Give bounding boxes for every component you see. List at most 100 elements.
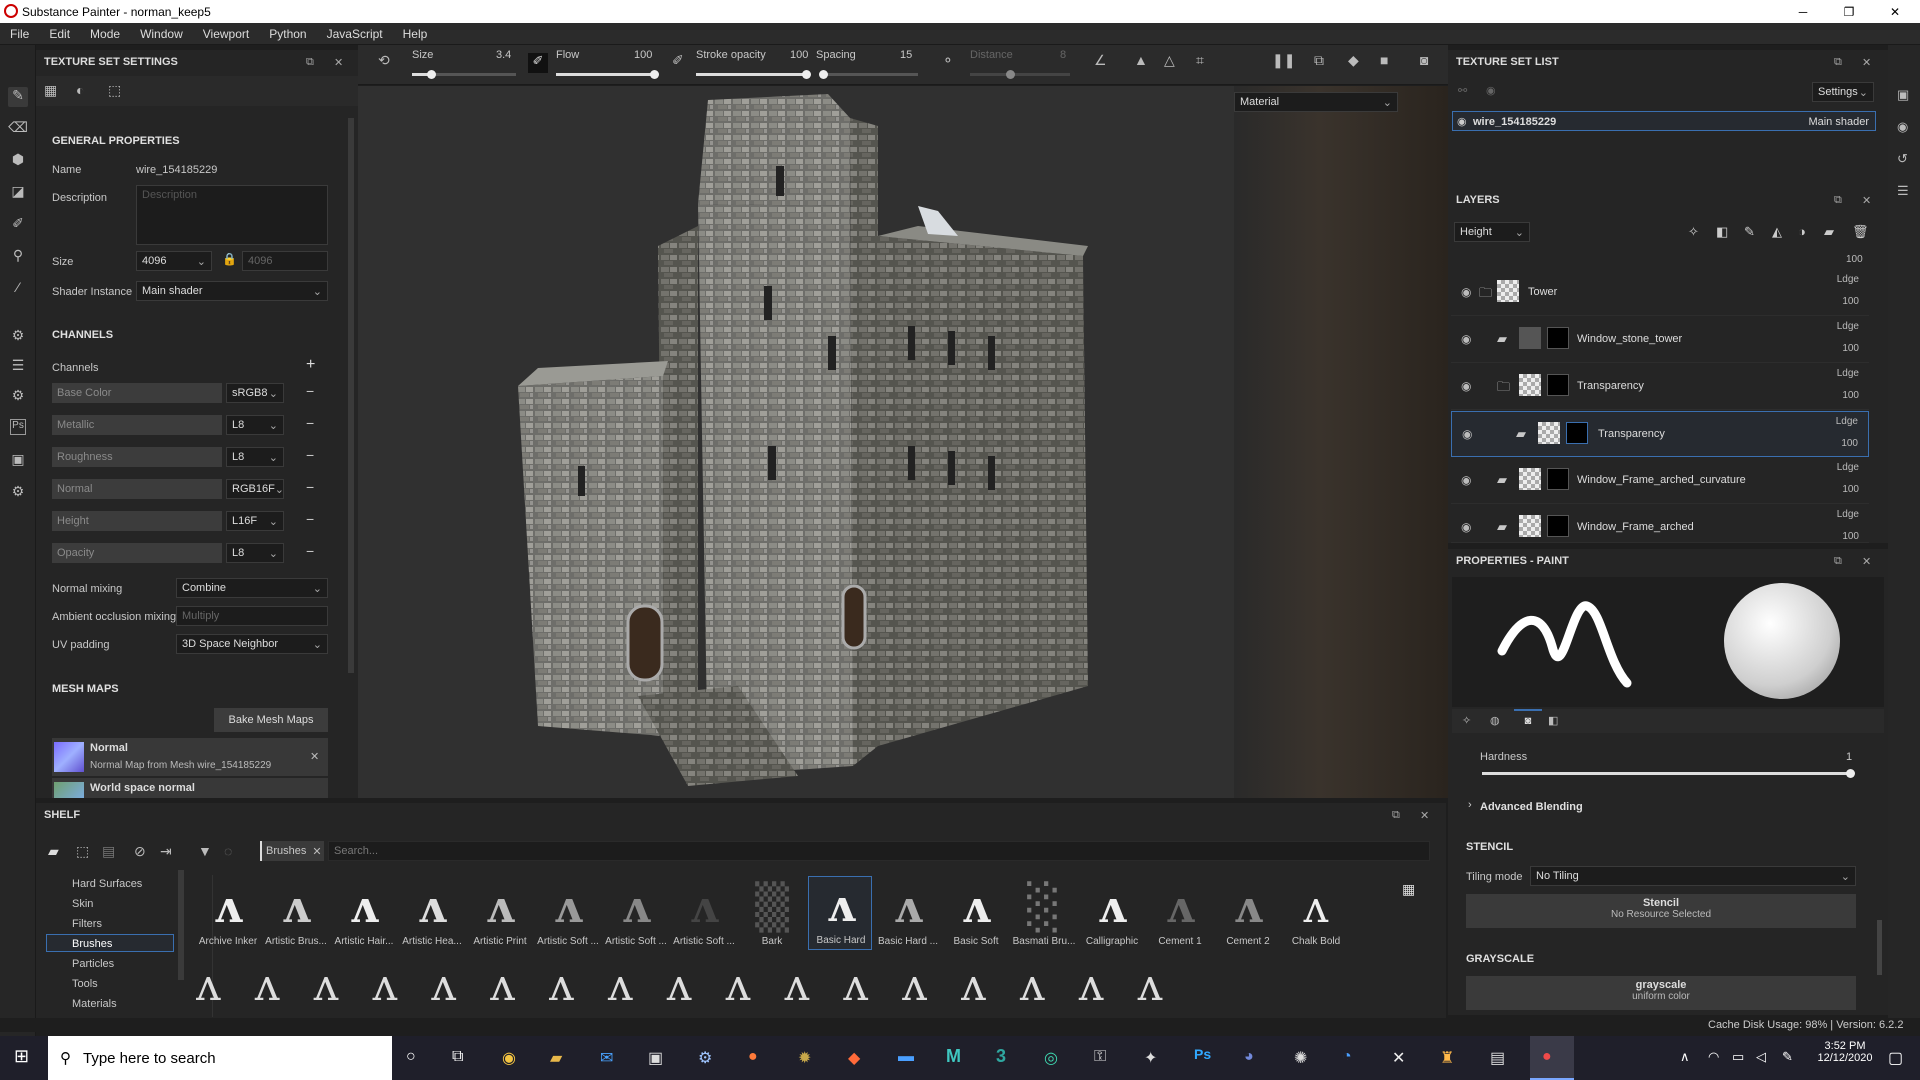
tab-texture-set-icon[interactable]: ▦ xyxy=(44,82,57,99)
chevron-up-icon[interactable]: ∧ xyxy=(1680,1049,1690,1065)
app-icon[interactable]: ▤ xyxy=(1490,1048,1505,1068)
brush-tile[interactable]: ʌ Artistic Soft ... xyxy=(536,878,600,952)
cube-icon[interactable]: ◆ xyxy=(1348,52,1359,69)
smudge-icon[interactable]: ✐ xyxy=(8,215,28,235)
eye-icon[interactable]: ◉ xyxy=(1486,84,1496,97)
layer-opacity[interactable]: 100 xyxy=(1842,390,1859,401)
add-effect-icon[interactable]: ✧ xyxy=(1688,224,1699,240)
layer-opacity[interactable]: 100 xyxy=(1841,438,1858,449)
mail-icon[interactable]: ✉ xyxy=(600,1048,613,1068)
menu-window[interactable]: Window xyxy=(130,27,193,41)
app-icon[interactable]: ✦ xyxy=(1144,1048,1157,1068)
pause-icon[interactable]: ❚❚ xyxy=(1272,52,1295,69)
channel-format-dropdown[interactable]: RGB16F xyxy=(226,479,284,499)
shelf-category[interactable]: Particles xyxy=(72,958,114,970)
remove-mesh-map-icon[interactable]: ✕ xyxy=(310,750,319,763)
remove-channel-button[interactable]: − xyxy=(306,447,314,463)
shelf-category[interactable]: Skin xyxy=(72,898,93,910)
angle-icon[interactable]: ∠ xyxy=(1094,52,1107,69)
float-icon[interactable]: ⧉ xyxy=(1392,809,1400,822)
game-icon[interactable]: ✹ xyxy=(798,1048,811,1068)
layer-blend-mode[interactable]: Ldge xyxy=(1837,462,1859,473)
cortana-icon[interactable]: ○ xyxy=(406,1048,416,1066)
task-view-icon[interactable]: ⧉ xyxy=(452,1048,463,1066)
layer-opacity[interactable]: 100 xyxy=(1842,296,1859,307)
layer-row[interactable]: ◉ 🗀 Transparency Ldge 100 xyxy=(1451,364,1869,410)
visibility-eye-icon[interactable]: ◉ xyxy=(1461,379,1471,393)
shelf-category[interactable]: Hard Surfaces xyxy=(72,878,142,890)
visibility-eye-icon[interactable]: ◉ xyxy=(1461,520,1471,534)
origin-icon[interactable]: ● xyxy=(748,1048,758,1066)
viewport[interactable]: Material xyxy=(358,86,1448,798)
photoshop-icon[interactable]: Ps xyxy=(10,419,26,435)
color-picker-icon[interactable]: ⁄ xyxy=(8,279,28,299)
screenshot-camera-icon[interactable]: ◙ xyxy=(1420,52,1428,68)
close-icon[interactable]: ✕ xyxy=(1862,194,1871,207)
layer-row[interactable]: ◉ ▰ Window_stone_tower Ldge 100 xyxy=(1451,317,1869,363)
menu-viewport[interactable]: Viewport xyxy=(193,27,259,41)
taskbar-search-box[interactable]: ⚲ Type here to search xyxy=(48,1036,392,1080)
substance-painter-icon[interactable]: ● xyxy=(1542,1048,1552,1066)
close-icon[interactable]: ✕ xyxy=(1862,555,1871,568)
hardness-slider-knob[interactable] xyxy=(1846,769,1855,778)
layer-opacity[interactable]: 100 xyxy=(1842,343,1859,354)
texture-set-list-icon[interactable]: ▣ xyxy=(1897,87,1909,103)
distance-slider-knob[interactable] xyxy=(1006,70,1015,79)
chrome-icon[interactable]: ◉ xyxy=(502,1048,516,1068)
geometry-mask-icon[interactable]: ◪ xyxy=(8,183,28,203)
discord-icon[interactable]: ◕ xyxy=(1244,1048,1254,1066)
max-icon[interactable]: 3 xyxy=(996,1046,1006,1067)
file-explorer-icon[interactable]: ▰ xyxy=(550,1048,562,1068)
brush-tile[interactable]: ʌ Basic Hard ... xyxy=(876,878,940,952)
paint-brush-icon[interactable]: ✎ xyxy=(8,87,28,107)
scrollbar[interactable] xyxy=(348,118,354,673)
camera-video-icon[interactable]: ■ xyxy=(1380,52,1388,68)
symmetry-icon[interactable]: ⟲ xyxy=(378,52,390,69)
display-settings-icon[interactable]: ◉ xyxy=(1897,119,1908,135)
minimize-button[interactable]: ─ xyxy=(1780,0,1826,23)
brush-tile[interactable]: ʌ Cement 2 xyxy=(1216,878,1280,952)
scrollbar[interactable] xyxy=(178,870,184,980)
remove-tag-icon[interactable]: ✕ xyxy=(312,845,321,858)
stencil-resource-button[interactable]: Stencil No Resource Selected xyxy=(1466,894,1856,928)
chevron-right-icon[interactable]: › xyxy=(1468,799,1472,811)
volume-icon[interactable]: ◁ xyxy=(1756,1049,1766,1065)
description-field[interactable]: Description xyxy=(136,185,328,245)
grayscale-button[interactable]: grayscale uniform color xyxy=(1466,976,1856,1010)
size-slider-knob[interactable] xyxy=(426,70,436,79)
visibility-eye-icon[interactable]: ◉ xyxy=(1462,427,1472,441)
remove-channel-button[interactable]: − xyxy=(306,479,314,495)
flow-pressure-icon[interactable]: ✐ xyxy=(672,52,684,69)
app-icon[interactable]: ✕ xyxy=(1392,1048,1405,1068)
import-icon[interactable]: ⇥ xyxy=(160,843,172,860)
size-dropdown[interactable]: 4096 xyxy=(136,251,212,271)
size-height-field[interactable]: 4096 xyxy=(242,251,328,271)
tiling-mode-dropdown[interactable]: No Tiling xyxy=(1530,866,1856,886)
menu-mode[interactable]: Mode xyxy=(80,27,130,41)
scrollbar[interactable] xyxy=(1877,920,1882,975)
channel-format-dropdown[interactable]: L8 xyxy=(226,543,284,563)
visibility-eye-icon[interactable]: ◉ xyxy=(1457,115,1467,128)
remove-channel-button[interactable]: − xyxy=(306,543,314,559)
alpha-tab-icon[interactable]: ◍ xyxy=(1490,714,1500,727)
float-icon[interactable]: ⧉ xyxy=(1834,56,1842,69)
channel-format-dropdown[interactable]: sRGB8 xyxy=(226,383,284,403)
brush-tile[interactable]: ʌ Artistic Brus... xyxy=(264,878,328,952)
layer-channel-dropdown[interactable]: Height xyxy=(1454,222,1530,242)
app-icon[interactable]: ▬ xyxy=(898,1048,914,1066)
close-icon[interactable]: ✕ xyxy=(1862,56,1871,69)
stroke-opacity-slider-knob[interactable] xyxy=(802,70,811,79)
filter-tag[interactable]: Brushes ✕ xyxy=(260,841,324,861)
app-icon[interactable]: ◎ xyxy=(1044,1048,1058,1068)
shelf-category-active[interactable]: Brushes xyxy=(72,938,112,950)
eraser-icon[interactable]: ⌫ xyxy=(8,119,28,139)
substance-designer-icon[interactable]: ◆ xyxy=(848,1048,860,1068)
brush-tile[interactable]: ʌ Artistic Hea... xyxy=(400,878,464,952)
gear-icon[interactable]: ⚙ xyxy=(8,327,28,347)
wifi-icon[interactable]: ◠ xyxy=(1708,1049,1719,1065)
plugin-icon[interactable]: ⚙ xyxy=(8,483,28,503)
brush-tab-icon[interactable]: ✧ xyxy=(1462,714,1471,727)
close-button[interactable]: ✕ xyxy=(1872,0,1918,23)
material-tab-icon[interactable]: ◧ xyxy=(1548,714,1558,727)
brush-tile[interactable]: ʌ Chalk Bold xyxy=(1284,878,1348,952)
